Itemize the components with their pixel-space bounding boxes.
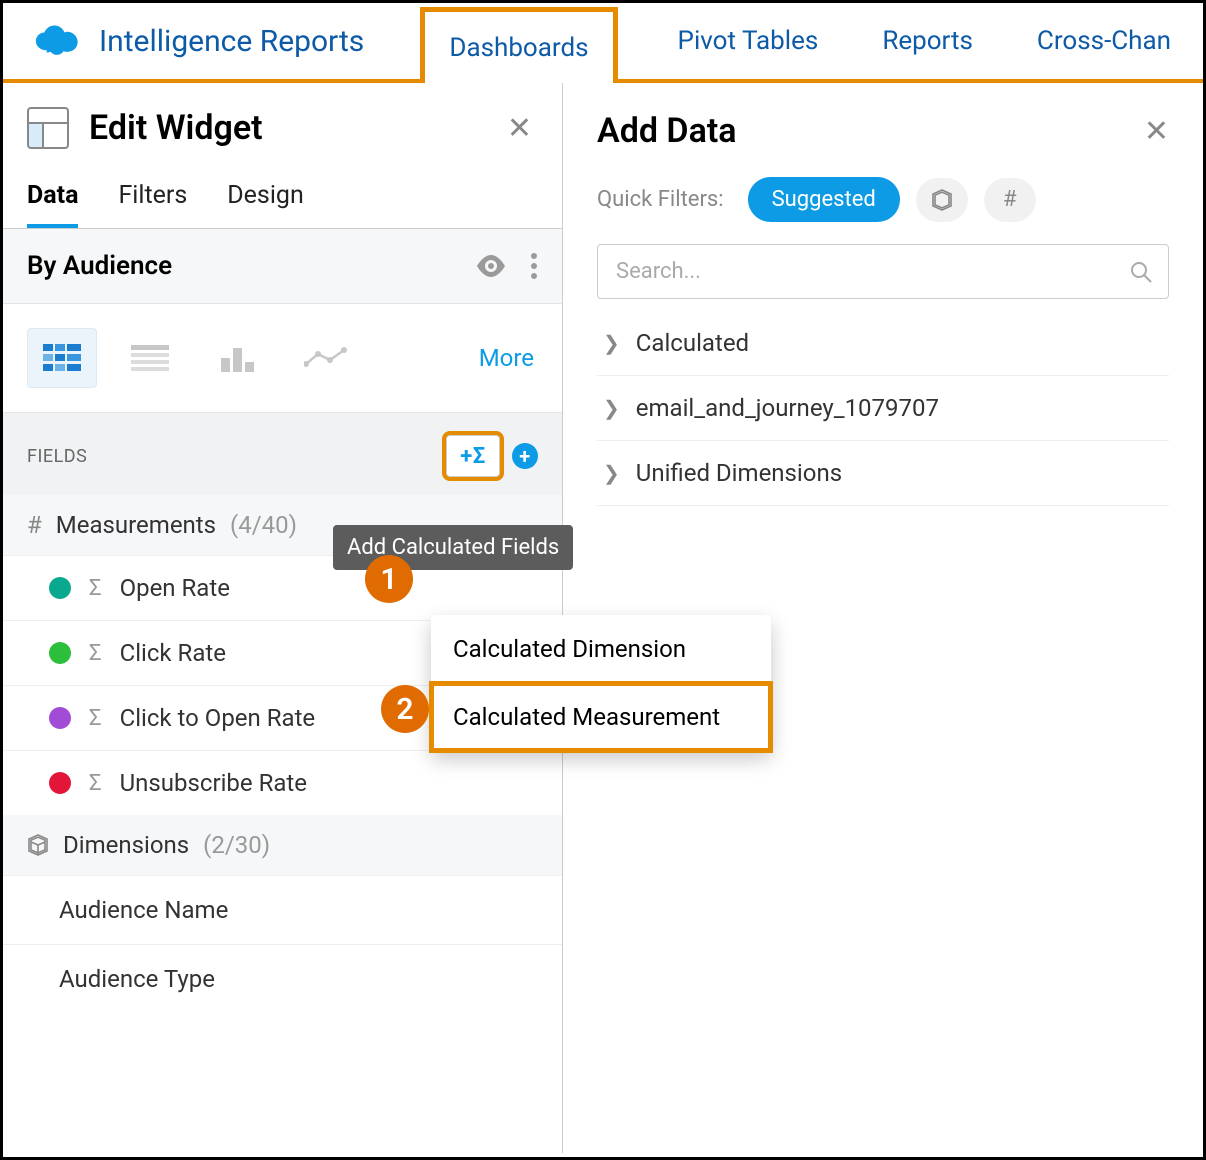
hash-icon: #	[1003, 187, 1017, 212]
subtabs: Data Filters Design	[3, 167, 562, 229]
add-field-button[interactable]: +	[512, 443, 538, 469]
sigma-icon: Σ	[89, 771, 102, 796]
add-calculated-fields-button[interactable]: +Σ	[446, 435, 500, 477]
viz-line-button[interactable]	[291, 328, 361, 388]
tree-label: Unified Dimensions	[636, 459, 842, 487]
dimensions-title: Dimensions	[63, 831, 189, 859]
dimensions-count: (2/30)	[203, 831, 270, 859]
eye-icon[interactable]	[476, 255, 506, 277]
viz-bar-button[interactable]	[203, 328, 273, 388]
nav-tabs: Dashboards Pivot Tables Reports Cross-Ch…	[420, 3, 1175, 79]
tab-dashboards[interactable]: Dashboards	[420, 7, 617, 83]
add-data-title: Add Data	[597, 111, 1144, 151]
kebab-menu-icon[interactable]	[530, 252, 538, 280]
tree-label: Calculated	[636, 329, 749, 357]
dropdown-calculated-measurement[interactable]: Calculated Measurement	[431, 683, 771, 751]
dimensions-header[interactable]: Dimensions (2/30)	[3, 815, 562, 875]
close-icon[interactable]: ✕	[507, 111, 532, 146]
tab-pivot-tables[interactable]: Pivot Tables	[674, 3, 823, 79]
color-dot-icon	[49, 642, 71, 664]
sigma-icon: Σ	[89, 706, 102, 731]
more-link[interactable]: More	[479, 344, 534, 372]
chevron-right-icon: ❯	[603, 331, 620, 355]
color-dot-icon	[49, 577, 71, 599]
filter-measurements[interactable]: #	[984, 178, 1036, 222]
search-icon	[1129, 260, 1153, 284]
step-badge-1: 1	[365, 555, 413, 603]
viz-table-button[interactable]	[115, 328, 185, 388]
color-dot-icon	[49, 707, 71, 729]
calculated-dropdown: Calculated Dimension Calculated Measurem…	[431, 615, 771, 751]
field-label: Click to Open Rate	[120, 704, 316, 732]
measurements-count: (4/40)	[230, 511, 297, 539]
cube-icon	[27, 834, 49, 856]
tree-unified-dimensions[interactable]: ❯ Unified Dimensions	[597, 441, 1169, 506]
edit-widget-panel: Edit Widget ✕ Data Filters Design By Aud…	[3, 83, 563, 1153]
fields-label: FIELDS	[27, 446, 87, 467]
filter-suggested[interactable]: Suggested	[748, 177, 900, 222]
filter-dimensions[interactable]	[916, 178, 968, 222]
field-label: Open Rate	[120, 574, 230, 602]
tab-reports[interactable]: Reports	[878, 3, 977, 79]
chevron-right-icon: ❯	[603, 461, 620, 485]
field-label: Unsubscribe Rate	[120, 769, 307, 797]
dimension-audience-type[interactable]: Audience Type	[3, 944, 562, 1013]
hash-icon: #	[27, 511, 42, 539]
subtab-design[interactable]: Design	[227, 181, 304, 228]
color-dot-icon	[49, 772, 71, 794]
salesforce-cloud-icon	[31, 24, 99, 58]
step-badge-2: 2	[381, 685, 429, 733]
viz-heatmap-button[interactable]	[27, 328, 97, 388]
subtab-data[interactable]: Data	[27, 181, 78, 228]
panel-title: Edit Widget	[89, 108, 507, 148]
tree-calculated[interactable]: ❯ Calculated	[597, 311, 1169, 376]
quick-filters-label: Quick Filters:	[597, 187, 724, 212]
plus-sigma-icon: +Σ	[460, 444, 485, 469]
subtab-filters[interactable]: Filters	[118, 181, 187, 228]
measurements-title: Measurements	[56, 511, 216, 539]
section-title: By Audience	[27, 251, 452, 281]
field-label: Click Rate	[120, 639, 226, 667]
tab-cross-channel[interactable]: Cross-Chan	[1033, 3, 1175, 79]
tree-label: email_and_journey_1079707	[636, 394, 939, 422]
widget-layout-icon	[27, 107, 69, 149]
tooltip-add-calculated: Add Calculated Fields	[333, 525, 573, 570]
field-unsubscribe-rate[interactable]: Σ Unsubscribe Rate	[3, 750, 562, 815]
close-icon[interactable]: ✕	[1144, 114, 1169, 149]
sigma-icon: Σ	[89, 641, 102, 666]
chevron-right-icon: ❯	[603, 396, 620, 420]
dimension-audience-name[interactable]: Audience Name	[3, 875, 562, 944]
cube-icon	[931, 189, 953, 211]
search-input[interactable]	[597, 244, 1169, 299]
sigma-icon: Σ	[89, 576, 102, 601]
dropdown-calculated-dimension[interactable]: Calculated Dimension	[431, 615, 771, 683]
top-nav: Intelligence Reports Dashboards Pivot Ta…	[3, 3, 1203, 83]
app-title: Intelligence Reports	[99, 24, 364, 59]
tree-email-journey[interactable]: ❯ email_and_journey_1079707	[597, 376, 1169, 441]
